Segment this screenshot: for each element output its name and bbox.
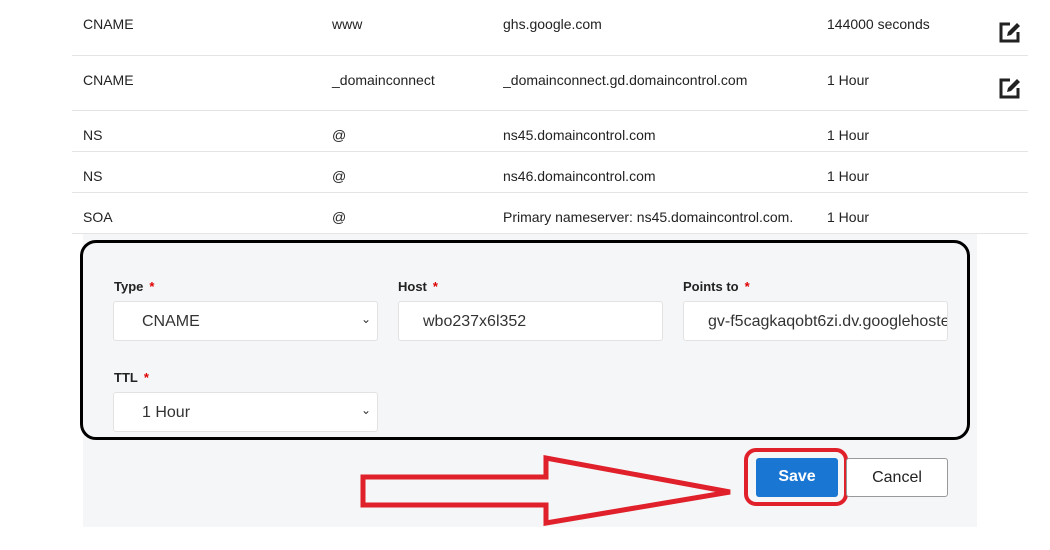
chevron-down-icon: ⌄ [360,403,371,417]
cell-ttl: 1 Hour [827,209,870,225]
cell-points-to: Primary nameserver: ns45.domaincontrol.c… [503,209,794,225]
save-button[interactable]: Save [756,458,838,497]
table-row: NS @ ns46.domaincontrol.com 1 Hour [72,152,1028,193]
table-row: CNAME www ghs.google.com 144000 seconds [72,0,1028,56]
cell-host: @ [332,127,347,143]
cell-ttl: 144000 seconds [827,16,930,32]
cell-points-to: _domainconnect.gd.domaincontrol.com [503,72,748,88]
cell-ttl: 1 Hour [827,168,870,184]
arrow-annotation [360,455,731,526]
cell-type: CNAME [83,72,134,88]
cell-points-to: ghs.google.com [503,16,602,32]
chevron-down-icon: ⌄ [360,312,371,326]
cell-points-to: ns46.domaincontrol.com [503,168,656,184]
cell-host: _domainconnect [332,72,435,88]
cell-ttl: 1 Hour [827,72,870,88]
table-row: SOA @ Primary nameserver: ns45.domaincontr… [72,193,1028,234]
cell-type: SOA [83,209,113,225]
host-input[interactable]: wbo237x6l352 [398,301,663,341]
edit-icon[interactable] [998,76,1022,100]
edit-icon[interactable] [998,20,1022,44]
points-to-label: Points to * [683,279,750,294]
cell-points-to: ns45.domaincontrol.com [503,127,656,143]
points-to-input[interactable]: gv-f5cagkaqobt6zi.dv.googlehosted.com [683,301,948,341]
cell-type: NS [83,127,103,143]
cell-host: @ [332,168,347,184]
cancel-button[interactable]: Cancel [846,458,948,497]
cell-ttl: 1 Hour [827,127,870,143]
table-row: NS @ ns45.domaincontrol.com 1 Hour [72,111,1028,152]
type-label: Type * [114,279,155,294]
cell-type: CNAME [83,16,134,32]
type-select[interactable]: CNAME ⌄ [113,301,378,341]
table-row: CNAME _domainconnect _domainconnect.gd.dom… [72,56,1028,111]
host-label: Host * [398,279,438,294]
cell-host: www [332,16,363,32]
ttl-select[interactable]: 1 Hour ⌄ [113,392,378,432]
ttl-label: TTL * [114,370,149,385]
cell-type: NS [83,168,103,184]
cell-host: @ [332,209,347,225]
